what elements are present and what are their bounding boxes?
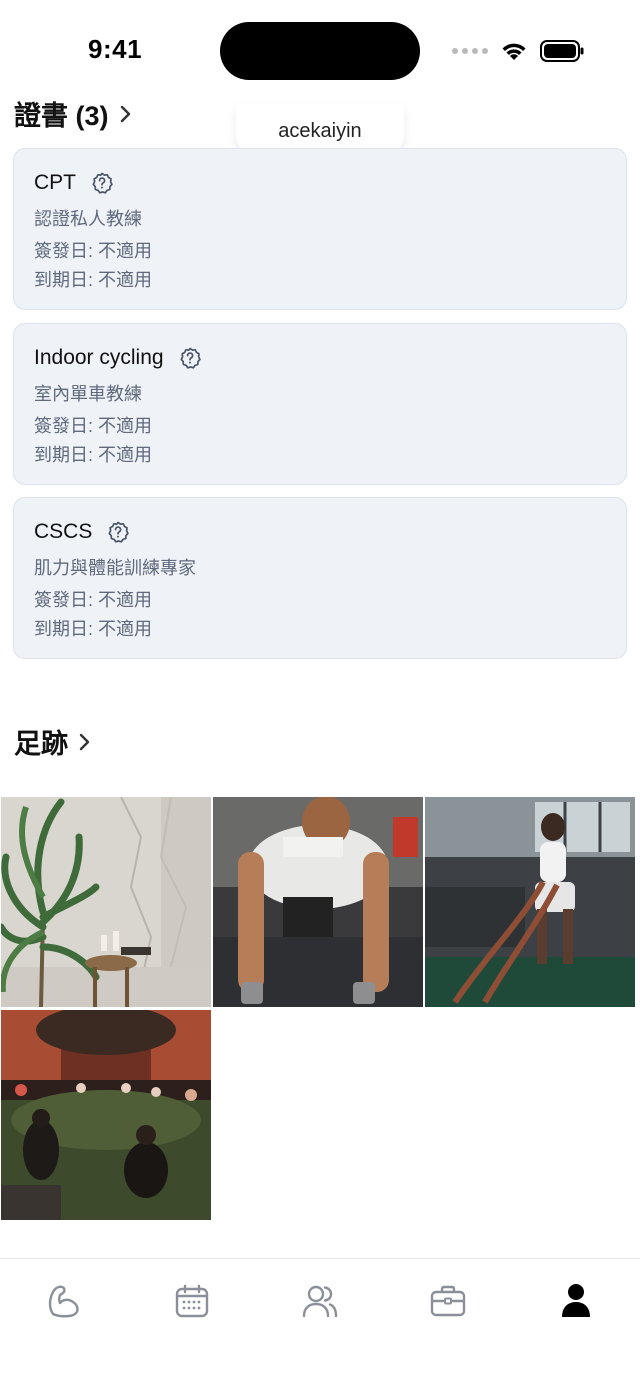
help-icon[interactable]: [90, 171, 114, 195]
status-bar: 9:41: [0, 0, 640, 96]
wifi-icon: [502, 43, 526, 60]
users-icon: [302, 1285, 338, 1318]
profile-icon: [562, 1284, 590, 1317]
certificate-name: CSCS: [34, 520, 93, 543]
tab-clients[interactable]: [300, 1281, 340, 1321]
bicep-icon: [48, 1285, 79, 1318]
help-icon[interactable]: [106, 520, 130, 544]
status-icons: [452, 40, 584, 62]
certificate-name: CPT: [34, 171, 76, 194]
certificate-name: Indoor cycling: [34, 346, 164, 369]
battery-icon: [540, 40, 584, 62]
tab-bar: [0, 1258, 640, 1391]
pushup-dumbbell-photo[interactable]: [213, 797, 423, 1007]
certificate-expiry-date: 到期日: 不適用: [34, 445, 153, 465]
calendar-icon: [175, 1284, 209, 1318]
cellular-signal-icon: [452, 48, 488, 54]
certificate-description: 肌力與體能訓練專家: [34, 558, 196, 578]
chevron-right-icon: [79, 733, 90, 750]
certificate-issued-date: 簽發日: 不適用: [34, 416, 153, 436]
certificates-title: 證書 (3): [14, 101, 109, 131]
certificate-expiry-date: 到期日: 不適用: [34, 270, 153, 290]
briefcase-icon: [430, 1285, 466, 1317]
battle-ropes-photo[interactable]: [425, 797, 635, 1007]
tab-calendar[interactable]: [172, 1281, 212, 1321]
certificate-issued-date: 簽發日: 不適用: [34, 590, 153, 610]
footprints-title: 足跡: [14, 729, 68, 759]
certificate-expiry-date: 到期日: 不適用: [34, 619, 153, 639]
tab-training[interactable]: [44, 1281, 84, 1321]
help-icon[interactable]: [178, 346, 202, 370]
tab-business[interactable]: [428, 1281, 468, 1321]
certificate-issued-date: 簽發日: 不適用: [34, 241, 153, 261]
tab-profile[interactable]: [556, 1281, 596, 1321]
certificate-description: 室內單車教練: [34, 384, 142, 404]
certificate-description: 認證私人教練: [34, 209, 142, 229]
status-time: 9:41: [88, 34, 143, 64]
outdoor-yoga-group-photo[interactable]: [1, 1010, 211, 1220]
candle-table-plant-photo[interactable]: [1, 797, 211, 1007]
certificate-card[interactable]: CSCS 肌力與體能訓練專家 簽發日: 不適用 到期日: 不適用: [13, 497, 627, 659]
chevron-right-icon: [120, 105, 130, 122]
certificate-card[interactable]: Indoor cycling 室內單車教練 簽發日: 不適用 到期日: 不適用: [13, 323, 627, 485]
footprints-heading[interactable]: 足跡: [14, 722, 92, 761]
certificate-card[interactable]: CPT 認證私人教練 簽發日: 不適用 到期日: 不適用: [13, 148, 627, 310]
certificates-heading[interactable]: 證書 (3): [14, 94, 133, 133]
dynamic-island: [220, 22, 420, 80]
